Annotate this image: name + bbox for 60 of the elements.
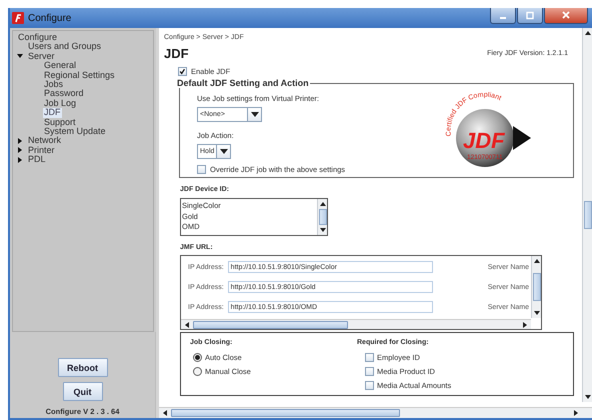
collapsed-arrow-icon[interactable] xyxy=(17,156,23,163)
maximize-button[interactable] xyxy=(517,8,543,24)
checkbox[interactable] xyxy=(178,67,187,76)
caret-icon xyxy=(220,149,228,154)
checkbox[interactable] xyxy=(365,381,374,390)
checkbox[interactable] xyxy=(365,367,374,376)
vertical-scrollbar[interactable] xyxy=(582,28,592,402)
scroll-down-icon[interactable] xyxy=(584,394,592,400)
scroll-up-icon[interactable] xyxy=(318,201,326,207)
scroll-right-icon[interactable] xyxy=(573,409,579,417)
scrollbar-corner xyxy=(582,408,592,418)
close-button[interactable] xyxy=(544,8,588,24)
caret-icon xyxy=(250,112,258,117)
vertical-scrollbar[interactable] xyxy=(317,199,327,235)
tree-item[interactable]: Server xyxy=(27,52,56,62)
quit-button[interactable]: Quit xyxy=(62,382,102,401)
minimize-button[interactable] xyxy=(490,8,516,24)
scroll-thumb[interactable] xyxy=(171,409,400,417)
reboot-button[interactable]: Reboot xyxy=(58,358,108,377)
scroll-thumb[interactable] xyxy=(584,201,592,229)
scroll-down-icon[interactable] xyxy=(532,310,540,316)
tree-item[interactable]: Network xyxy=(27,136,62,146)
page-heading: JDF xyxy=(164,46,189,61)
expanded-arrow-icon[interactable] xyxy=(17,53,23,60)
tree-item[interactable]: Job Log xyxy=(43,98,78,108)
scroll-up-icon[interactable] xyxy=(584,30,592,36)
radio-button[interactable] xyxy=(193,353,202,362)
check-icon xyxy=(179,67,186,76)
scroll-left-icon[interactable] xyxy=(162,409,168,417)
collapsed-arrow-icon[interactable] xyxy=(17,147,23,154)
tree-item[interactable]: Support xyxy=(43,118,77,127)
tree-item[interactable]: Printer xyxy=(27,146,56,156)
tree-item[interactable]: Regional Settings xyxy=(43,70,116,80)
tree-item[interactable]: Jobs xyxy=(43,80,64,90)
app-logo-icon xyxy=(12,12,24,24)
tree-item[interactable]: JDF xyxy=(43,108,62,118)
scroll-up-icon[interactable] xyxy=(532,258,540,264)
tree-item[interactable]: Configure xyxy=(17,33,58,42)
tree-item[interactable]: PDL xyxy=(27,155,47,164)
horizontal-scrollbar[interactable] xyxy=(181,319,531,329)
scroll-down-icon[interactable] xyxy=(318,227,326,233)
checkbox[interactable] xyxy=(197,165,206,174)
vertical-scrollbar[interactable] xyxy=(531,256,541,318)
tree-item[interactable]: Password xyxy=(43,89,85,99)
horizontal-scrollbar[interactable] xyxy=(159,408,582,418)
radio-button[interactable] xyxy=(193,367,202,376)
collapsed-arrow-icon[interactable] xyxy=(17,138,23,144)
scroll-thumb[interactable] xyxy=(318,209,326,225)
close-icon xyxy=(561,11,571,20)
scroll-right-icon[interactable] xyxy=(522,320,528,328)
checkbox[interactable] xyxy=(365,353,374,362)
maximize-icon xyxy=(525,11,535,20)
tree-item[interactable]: General xyxy=(43,61,78,71)
group-title: Default JDF Setting and Action xyxy=(176,78,310,88)
scroll-thumb[interactable] xyxy=(193,320,348,328)
tree-item[interactable]: System Update xyxy=(43,126,107,136)
scroll-left-icon[interactable] xyxy=(184,320,190,328)
scroll-thumb[interactable] xyxy=(532,273,540,301)
tree-item[interactable]: Users and Groups xyxy=(27,42,102,52)
window-title: Configure xyxy=(28,12,72,24)
